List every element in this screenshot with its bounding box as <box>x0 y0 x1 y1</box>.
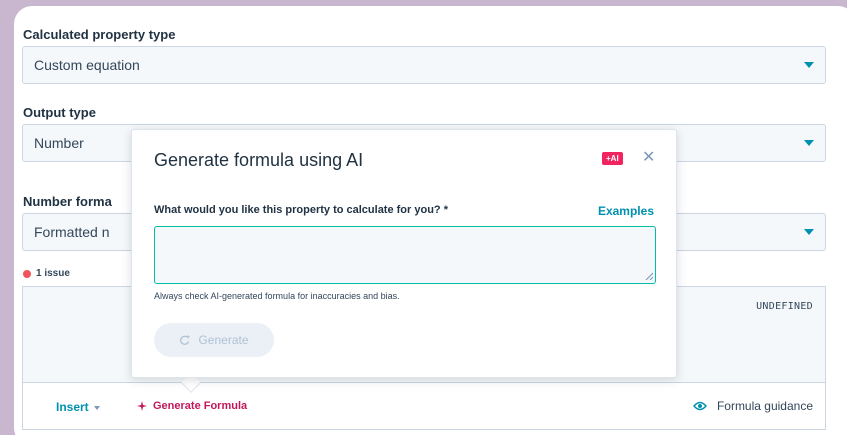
prompt-textarea[interactable] <box>154 226 656 284</box>
output-type-label: Output type <box>23 105 96 120</box>
formula-toolbar: Insert Generate Formula Formula guidance <box>22 382 826 430</box>
chevron-down-icon <box>804 62 814 68</box>
chevron-down-icon <box>804 140 814 146</box>
calc-type-select[interactable]: Custom equation <box>22 46 826 84</box>
caret-down-icon <box>93 405 100 410</box>
calc-type-value: Custom equation <box>34 57 140 73</box>
sparkle-icon <box>137 401 147 411</box>
ai-formula-popover: Generate formula using AI +AI ✕ What wou… <box>131 129 677 378</box>
close-icon[interactable]: ✕ <box>642 148 655 168</box>
prompt-question-label: What would you like this property to cal… <box>154 204 448 216</box>
eye-icon <box>692 401 707 411</box>
examples-link[interactable]: Examples <box>598 204 654 218</box>
number-format-label: Number forma <box>23 194 112 209</box>
resize-handle-icon[interactable] <box>645 272 653 280</box>
output-type-value: Number <box>34 135 84 151</box>
number-format-value: Formatted n <box>34 224 110 240</box>
formula-guidance-button[interactable]: Formula guidance <box>692 399 813 413</box>
insert-dropdown[interactable]: Insert <box>56 400 100 414</box>
calc-type-label: Calculated property type <box>23 27 176 42</box>
generate-button-label: Generate <box>198 333 249 347</box>
popover-title: Generate formula using AI <box>154 150 364 170</box>
formula-guidance-label: Formula guidance <box>716 399 813 413</box>
generate-button[interactable]: Generate <box>154 323 274 357</box>
ai-badge: +AI <box>602 152 623 165</box>
insert-label: Insert <box>56 400 89 414</box>
error-dot-icon <box>23 269 31 278</box>
generate-formula-label: Generate Formula <box>153 400 248 412</box>
chevron-down-icon <box>804 229 814 235</box>
refresh-sparkle-icon <box>180 334 191 345</box>
formula-type-badge: UNDEFINED <box>756 301 813 312</box>
generate-formula-button[interactable]: Generate Formula <box>137 400 247 412</box>
issue-indicator[interactable]: 1 issue <box>23 268 70 279</box>
ai-disclaimer: Always check AI-generated formula for in… <box>154 291 400 301</box>
issue-count: 1 issue <box>36 268 70 279</box>
